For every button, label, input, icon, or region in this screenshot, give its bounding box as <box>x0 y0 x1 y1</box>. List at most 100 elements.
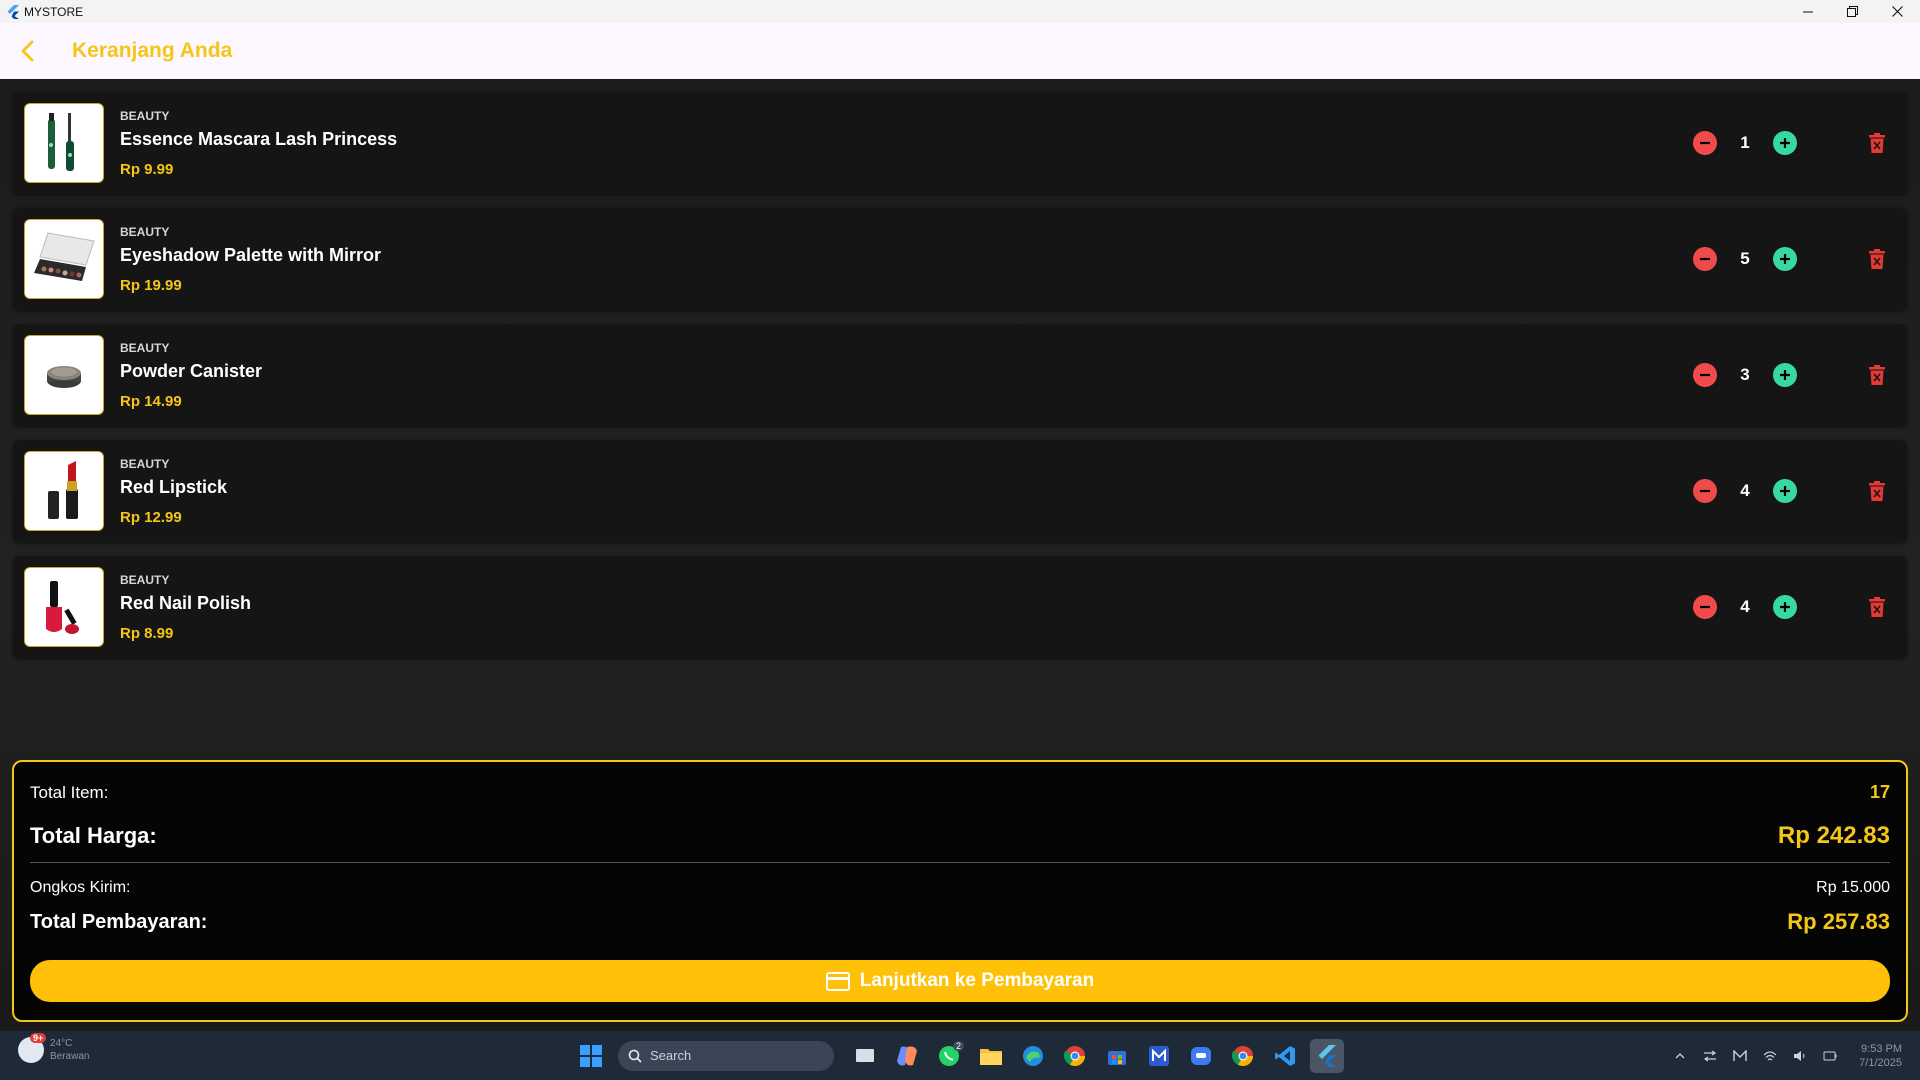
edge-button[interactable] <box>1016 1039 1050 1073</box>
quantity-stepper: 5 <box>1693 208 1797 310</box>
system-tray: 9:53 PM 7/1/2025 <box>1665 1031 1920 1080</box>
remove-circle-icon <box>1700 373 1710 377</box>
increase-quantity-button[interactable] <box>1773 595 1797 619</box>
remove-circle-icon <box>1700 489 1710 493</box>
chrome-button[interactable] <box>1058 1039 1092 1073</box>
item-quantity: 5 <box>1740 249 1750 268</box>
increase-quantity-button[interactable] <box>1773 247 1797 271</box>
mail-icon <box>1149 1045 1169 1066</box>
total-harga-label: Total Harga: <box>30 823 157 848</box>
copilot-button[interactable] <box>890 1039 924 1073</box>
total-harga-value: Rp 242.83 <box>1777 822 1890 849</box>
item-name: Red Lipstick <box>120 476 228 497</box>
item-info: BEAUTY Powder Canister Rp 14.99 <box>120 341 262 410</box>
credit-card-icon <box>825 971 850 991</box>
total-item-label: Total Item: <box>30 782 109 802</box>
eyeshadow-palette-image <box>26 221 102 297</box>
delete-item-button[interactable] <box>1869 208 1885 310</box>
minimize-button[interactable] <box>1785 0 1830 23</box>
cart-item: BEAUTY Eyeshadow Palette with Mirror Rp … <box>13 208 1907 310</box>
taskbar-clock[interactable]: 9:53 PM 7/1/2025 <box>1859 1042 1902 1070</box>
total-pembayaran-value: Rp 257.83 <box>1787 909 1890 934</box>
item-info: BEAUTY Essence Mascara Lash Princess Rp … <box>120 109 397 178</box>
close-window-button[interactable] <box>1875 0 1920 23</box>
start-button[interactable] <box>574 1039 608 1073</box>
file-explorer-button[interactable] <box>974 1039 1008 1073</box>
chrome-icon <box>1063 1045 1085 1066</box>
restore-icon <box>1847 6 1858 17</box>
decrease-quantity-button[interactable] <box>1693 131 1717 155</box>
decrease-quantity-button[interactable] <box>1693 363 1717 387</box>
remove-circle-icon <box>1700 257 1710 261</box>
vscode-button[interactable] <box>1268 1039 1302 1073</box>
taskbar-search[interactable]: Search <box>618 1040 834 1071</box>
order-summary: Total Item: 17 Total Harga: Rp 242.83 On… <box>12 760 1908 1022</box>
app-bar: Keranjang Anda <box>0 23 1920 79</box>
total-harga-row: Total Harga: Rp 242.83 <box>30 822 1890 850</box>
increase-quantity-button[interactable] <box>1773 363 1797 387</box>
battery-tray-icon[interactable] <box>1823 1049 1837 1063</box>
product-thumbnail-nail-polish <box>24 567 104 647</box>
weather-badge: 9+ <box>30 1033 47 1043</box>
lipstick-image <box>26 453 102 529</box>
quantity-stepper: 1 <box>1693 92 1797 194</box>
ongkos-label: Ongkos Kirim: <box>30 879 131 896</box>
flutter-app-button[interactable] <box>1310 1038 1344 1073</box>
weather-widget[interactable]: 9+ 24°C Berawan <box>18 1033 89 1063</box>
trash-icon <box>1869 365 1885 385</box>
maximize-button[interactable] <box>1830 0 1875 23</box>
checkout-button[interactable]: Lanjutkan ke Pembayaran <box>30 960 1890 1002</box>
trash-icon <box>1869 597 1885 617</box>
gmail-tray-icon[interactable] <box>1733 1049 1747 1063</box>
increase-quantity-button[interactable] <box>1773 131 1797 155</box>
task-view-icon <box>856 1048 874 1062</box>
search-icon <box>628 1049 642 1063</box>
whatsapp-badge: 2 <box>952 1040 964 1051</box>
chat-app-button[interactable] <box>1184 1039 1218 1073</box>
cart-item: BEAUTY Red Nail Polish Rp 8.99 4 <box>13 556 1907 658</box>
delete-item-button[interactable] <box>1869 440 1885 542</box>
increase-quantity-button[interactable] <box>1773 479 1797 503</box>
quantity-stepper: 4 <box>1693 556 1797 658</box>
add-circle-icon <box>1780 370 1790 380</box>
search-placeholder: Search <box>650 1048 692 1063</box>
add-circle-icon <box>1780 602 1790 612</box>
window-title-bar: MYSTORE <box>0 0 1920 23</box>
item-category: BEAUTY <box>120 572 170 587</box>
ongkos-row: Ongkos Kirim: Rp 15.000 <box>30 879 1890 897</box>
decrease-quantity-button[interactable] <box>1693 479 1717 503</box>
clock-time: 9:53 PM <box>1861 1042 1902 1055</box>
windows-taskbar: 9+ 24°C Berawan Search 2 9:53 PM 7/1/202… <box>0 1031 1920 1080</box>
wifi-tray-icon[interactable] <box>1763 1049 1777 1063</box>
checkout-button-label: Lanjutkan ke Pembayaran <box>859 970 1095 991</box>
item-quantity: 4 <box>1740 597 1750 616</box>
trash-icon <box>1869 249 1885 269</box>
summary-divider <box>30 862 1890 863</box>
store-button[interactable] <box>1100 1039 1134 1073</box>
decrease-quantity-button[interactable] <box>1693 247 1717 271</box>
volume-tray-icon[interactable] <box>1793 1049 1807 1063</box>
sync-tray-icon[interactable] <box>1703 1049 1717 1063</box>
weather-desc: Berawan <box>50 1051 90 1062</box>
delete-item-button[interactable] <box>1869 92 1885 194</box>
task-view-button[interactable] <box>848 1039 882 1073</box>
mail-app-button[interactable] <box>1142 1039 1176 1073</box>
delete-item-button[interactable] <box>1869 324 1885 426</box>
item-category: BEAUTY <box>120 108 170 123</box>
show-hidden-icons-button[interactable] <box>1673 1049 1687 1063</box>
chevron-up-icon <box>1675 1052 1685 1058</box>
item-category: BEAUTY <box>120 456 170 471</box>
item-price: Rp 8.99 <box>120 624 174 642</box>
weather-cloud-icon: 9+ <box>18 1033 47 1063</box>
chrome-profile-button[interactable] <box>1226 1039 1260 1073</box>
whatsapp-button[interactable]: 2 <box>932 1039 966 1073</box>
decrease-quantity-button[interactable] <box>1693 595 1717 619</box>
weather-text: 24°C Berawan <box>50 1037 89 1063</box>
item-info: BEAUTY Red Nail Polish Rp 8.99 <box>120 573 251 642</box>
item-name: Red Nail Polish <box>120 592 252 613</box>
back-button[interactable] <box>0 23 56 79</box>
mascara-image <box>26 105 102 181</box>
total-pembayaran-label: Total Pembayaran: <box>30 910 208 933</box>
trash-icon <box>1869 481 1885 501</box>
delete-item-button[interactable] <box>1869 556 1885 658</box>
